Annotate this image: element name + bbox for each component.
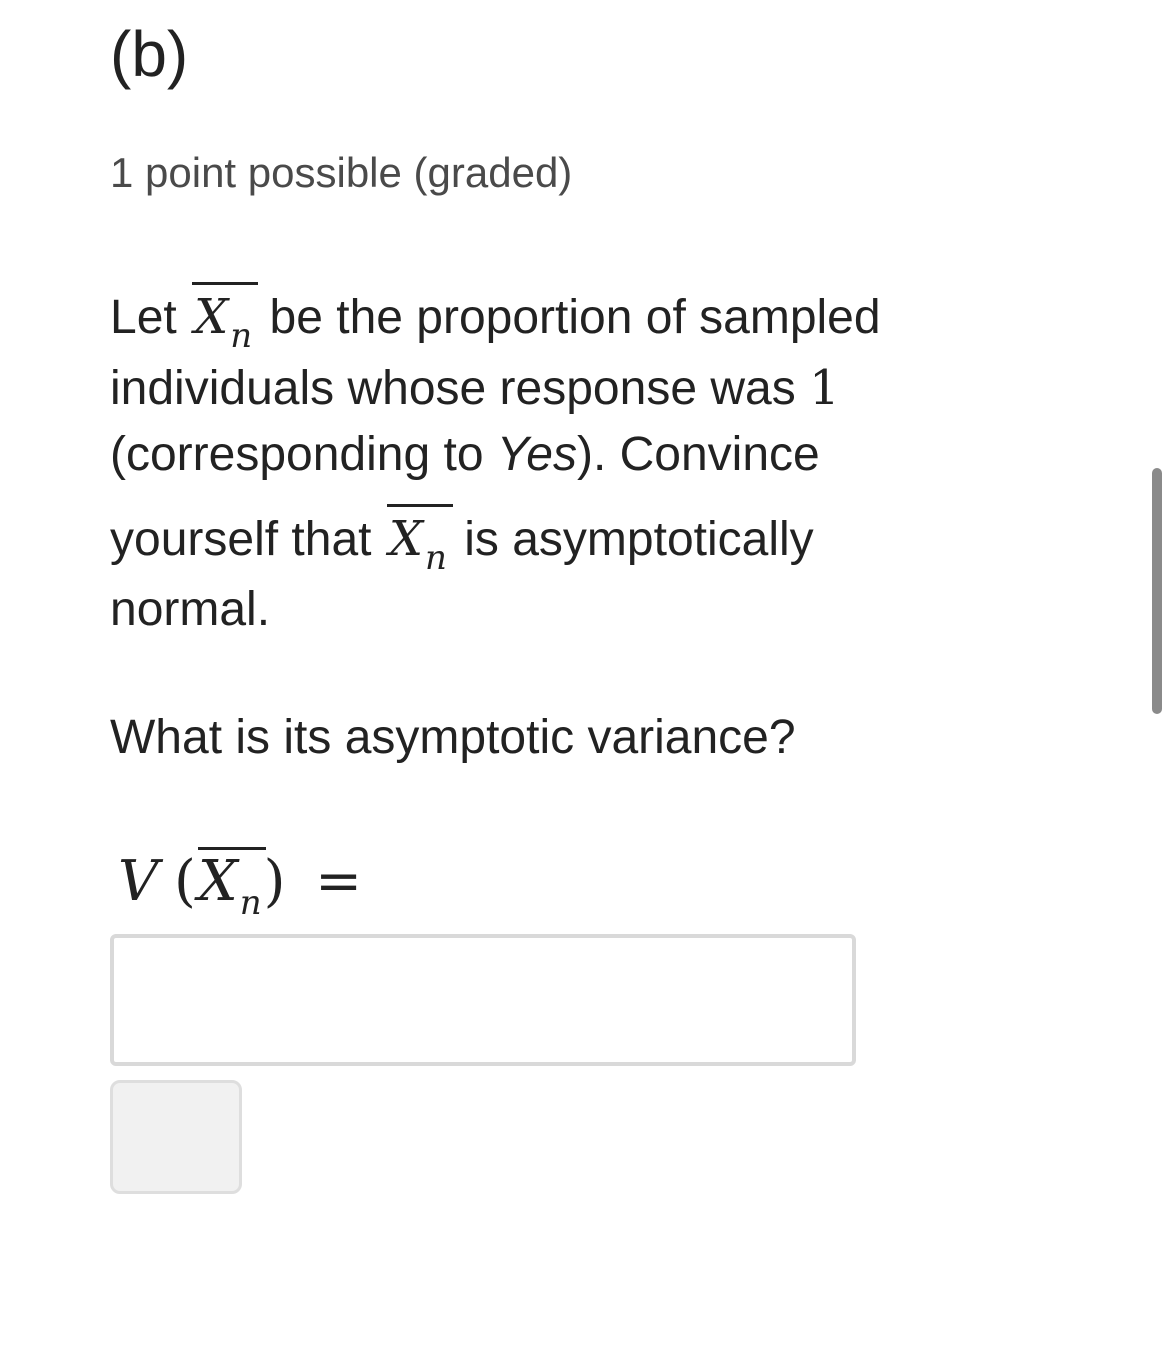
problem-title: (b): [110, 18, 189, 90]
xbar-letter: X: [194, 289, 229, 345]
points-label: 1 point possible (graded): [110, 149, 573, 196]
prompt-text: ). Convince: [576, 428, 820, 481]
formula-open-paren: (: [174, 849, 196, 914]
xbar-n-symbol: Xn: [190, 282, 259, 356]
formula-func: V: [118, 849, 159, 914]
xbar-subscript: n: [424, 538, 447, 578]
formula-equals: =: [315, 849, 362, 914]
prompt-line-1: Let Xn be the proportion of sampled: [110, 282, 1050, 356]
problem-prompt: Let Xn be the proportion of sampled indi…: [110, 282, 1050, 643]
prompt-text: yourself that: [110, 513, 372, 566]
variance-formula: V (Xn) =: [118, 847, 362, 923]
question-text: What is its asymptotic variance?: [110, 711, 796, 764]
response-value: 1: [809, 360, 840, 416]
answer-input[interactable]: [110, 934, 856, 1066]
prompt-line-2: individuals whose response was 1: [110, 355, 1050, 422]
vertical-scrollbar[interactable]: [1152, 468, 1162, 714]
xbar-letter: X: [388, 511, 423, 567]
prompt-text: be the proportion of sampled: [269, 291, 881, 344]
prompt-text: (corresponding to: [110, 428, 484, 481]
formula-xbar-subscript: n: [239, 883, 262, 923]
prompt-line-4: yourself that Xn is asymptotically: [110, 504, 1050, 578]
formula-close-paren: ): [263, 849, 286, 914]
submit-button[interactable]: [110, 1080, 242, 1194]
yes-emphasis: Yes: [496, 428, 577, 481]
formula-xbar-n: Xn: [196, 847, 266, 923]
formula-xbar-letter: X: [197, 849, 238, 914]
prompt-text: is asymptotically: [464, 513, 814, 566]
prompt-line-5: normal.: [110, 583, 271, 636]
prompt-text: individuals whose response was: [110, 362, 796, 415]
xbar-subscript: n: [230, 316, 253, 356]
xbar-n-symbol: Xn: [385, 504, 453, 578]
prompt-text: Let: [110, 291, 177, 344]
prompt-line-3: (corresponding to Yes). Convince: [110, 422, 1050, 488]
